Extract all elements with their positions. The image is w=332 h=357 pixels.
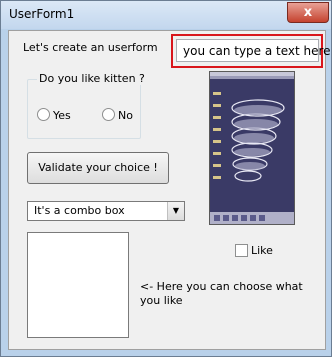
like-checkbox[interactable] [235,244,248,257]
close-button[interactable]: x [287,2,329,23]
validate-button[interactable]: Validate your choice ! [27,152,169,184]
catia-model-icon [210,72,294,224]
form-client-area: Let's create an userform you can type a … [8,30,331,350]
radio-yes-label: Yes [53,109,71,122]
text-input[interactable]: you can type a text here [176,39,331,62]
text-input-value: you can type a text here [183,44,331,58]
radio-no-label: No [118,109,133,122]
intro-label: Let's create an userform [23,41,158,54]
radio-yes[interactable] [37,108,50,121]
listbox-hint-label: <- Here you can choose what you like [140,280,303,307]
combo-box[interactable]: It's a combo box ▼ [27,201,185,221]
list-box[interactable] [27,232,129,338]
userform-window: UserForm1 x Let's create an userform you… [0,0,332,357]
like-checkbox-label: Like [251,244,273,257]
window-title: UserForm1 [9,7,75,21]
radio-no[interactable] [102,108,115,121]
chevron-down-icon[interactable]: ▼ [167,202,184,220]
catia-screenshot-image [209,71,295,225]
title-bar[interactable]: UserForm1 x [1,1,331,29]
kitten-frame-caption: Do you like kitten ? [37,72,147,85]
combo-box-value: It's a combo box [34,204,125,217]
close-icon: x [303,5,313,20]
validate-button-label: Validate your choice ! [38,161,158,174]
